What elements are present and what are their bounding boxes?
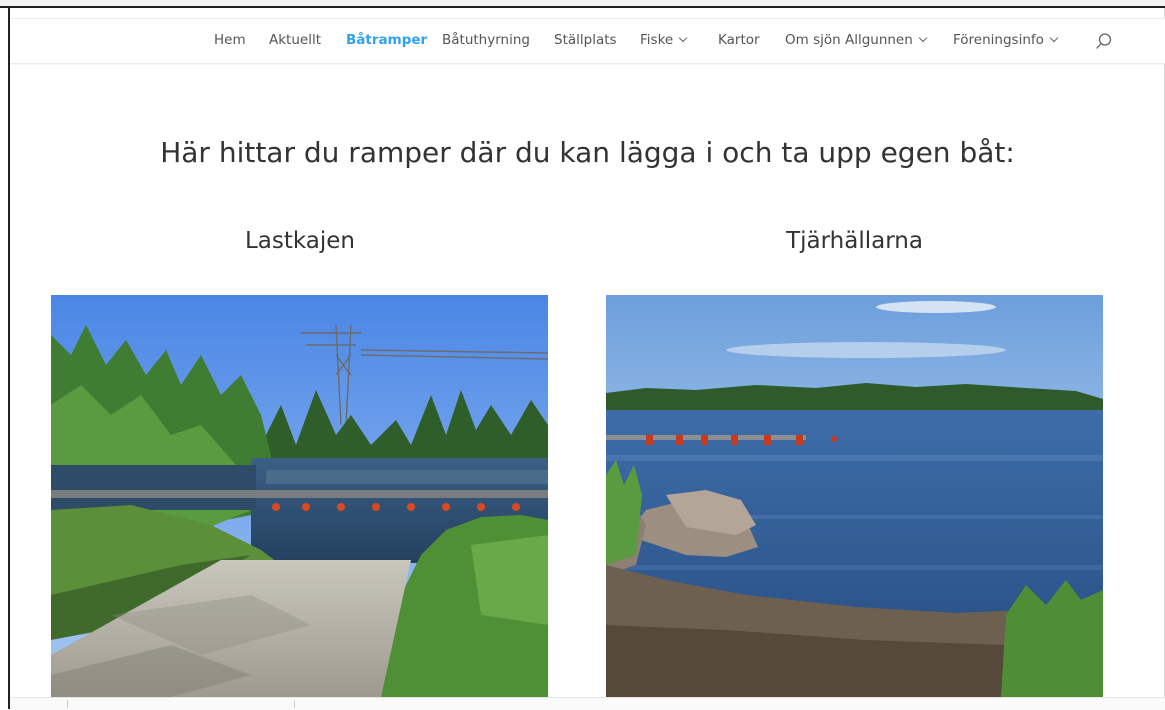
window-left-border: [8, 8, 10, 709]
nav-item-batramper[interactable]: Båtramper: [346, 32, 427, 48]
nav-item-aktuellt[interactable]: Aktuellt: [269, 32, 321, 48]
photo-lastkajen: [51, 295, 548, 697]
nav-item-batuthyrning[interactable]: Båtuthyrning: [442, 32, 530, 48]
chevron-down-icon: [918, 33, 928, 43]
ramp-title-tjarhallarna: Tjärhällarna: [786, 228, 923, 254]
divider: [67, 700, 68, 708]
nav-item-stallplats[interactable]: Ställplats: [554, 32, 617, 48]
bottom-scroll-area: [10, 697, 1165, 710]
divider: [294, 700, 295, 708]
ramp-title-lastkajen: Lastkajen: [244, 228, 356, 254]
nav-item-hem[interactable]: Hem: [214, 32, 246, 48]
nav-item-om-sjon-allgunnen[interactable]: Om sjön Allgunnen: [785, 32, 928, 48]
page-frame: Hem Aktuellt Båtramper Båtuthyrning Stäl…: [0, 0, 1165, 710]
browser-top-edge: [0, 0, 1165, 8]
search-icon[interactable]: [1095, 32, 1113, 50]
chevron-down-icon: [1049, 33, 1059, 43]
photo-tjarhallarna: [606, 295, 1103, 697]
chevron-down-icon: [678, 33, 688, 43]
page-headline: Här hittar du ramper där du kan lägga i …: [160, 136, 1015, 169]
main-navigation: Hem Aktuellt Båtramper Båtuthyrning Stäl…: [10, 18, 1165, 64]
nav-item-foreningsinfo[interactable]: Föreningsinfo: [953, 32, 1059, 48]
nav-item-kartor[interactable]: Kartor: [718, 32, 760, 48]
nav-item-fiske[interactable]: Fiske: [640, 32, 688, 48]
